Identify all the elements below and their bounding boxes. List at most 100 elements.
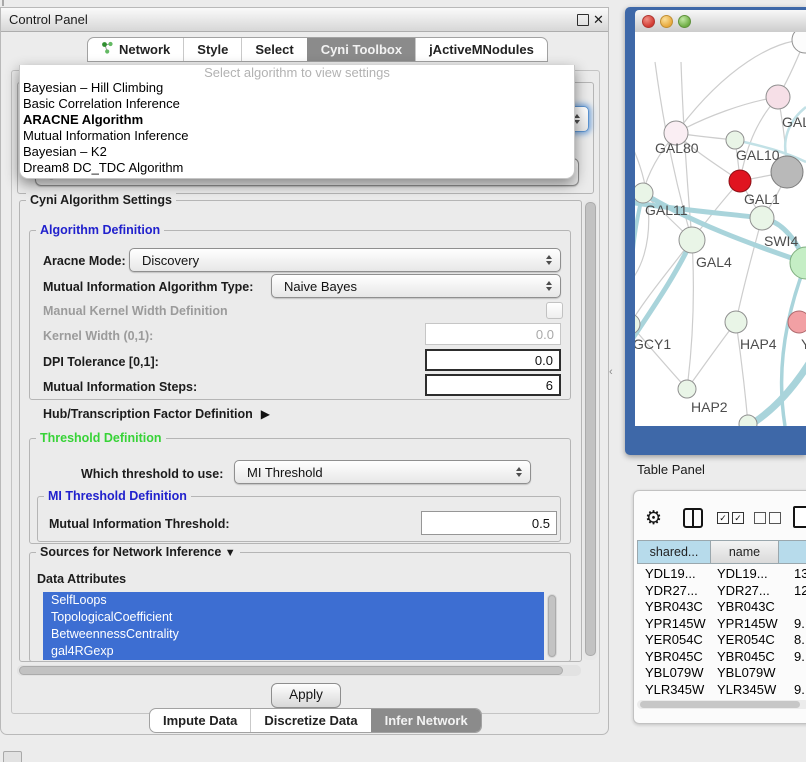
bottom-tabbar: Impute Data Discretize Data Infer Networ…: [149, 708, 482, 733]
float-icon[interactable]: [577, 14, 589, 26]
node-gal11[interactable]: [635, 183, 653, 203]
splitter-grip-icon[interactable]: ‹: [609, 366, 613, 378]
label-gal-partial: GAL: [782, 114, 806, 130]
attr-list-scrollbar[interactable]: [547, 594, 557, 658]
table-row[interactable]: YDL19... YDL19... 13: [637, 566, 806, 583]
label-gal4: GAL4: [696, 254, 732, 270]
column-header-partial[interactable]: [779, 540, 806, 564]
table-hscrollbar[interactable]: [637, 700, 806, 709]
table-row[interactable]: YBL079W YBL079W: [637, 665, 806, 682]
sources-group-title[interactable]: Sources for Network Inference ▼: [36, 545, 240, 561]
tab-cyni-toolbox[interactable]: Cyni Toolbox: [307, 38, 415, 61]
apply-button[interactable]: Apply: [271, 683, 341, 708]
panel-title: Control Panel: [9, 8, 88, 31]
unchecked-checkbox-icon[interactable]: [754, 512, 766, 524]
table-row[interactable]: YER054C YER054C 8.: [637, 632, 806, 649]
node-mid-green[interactable]: [750, 206, 774, 230]
zoom-traffic-light[interactable]: [678, 15, 691, 28]
kernel-width-field[interactable]: [425, 323, 561, 345]
group-title: Algorithm Definition: [36, 223, 164, 238]
which-threshold-combo[interactable]: MI Threshold: [234, 460, 531, 484]
node-gal-partial[interactable]: [766, 85, 790, 109]
expander-expanded-icon: ▼: [225, 547, 236, 559]
node-swi4[interactable]: [790, 247, 806, 279]
aracne-mode-combo[interactable]: Discovery: [129, 248, 561, 272]
network-canvas[interactable]: GAL GAL80 GAL10 GAL1 GAL11 SWI4 GAL4 GCY…: [635, 32, 806, 426]
node-hap2[interactable]: [678, 380, 696, 398]
attribute-item[interactable]: BetweennessCentrality: [43, 626, 544, 643]
checked-checkbox-icon[interactable]: ✓: [717, 512, 729, 524]
network-icon: [101, 41, 114, 58]
tab-jactivemnodules[interactable]: jActiveMNodules: [415, 38, 547, 61]
kernel-width-label: Kernel Width (0,1):: [43, 329, 153, 343]
node-gal4[interactable]: [679, 227, 705, 253]
close-traffic-light[interactable]: [642, 15, 655, 28]
table-hscrollbar-thumb[interactable]: [640, 701, 800, 708]
hscrollbar-thumb[interactable]: [19, 666, 563, 675]
mi-threshold-field[interactable]: [421, 511, 557, 535]
table-row[interactable]: YDR27... YDR27... 12: [637, 583, 806, 600]
hub-expander[interactable]: Hub/Transcription Factor Definition▶: [43, 407, 270, 421]
partial-grip-icon[interactable]: [3, 751, 22, 762]
label-gal11: GAL11: [645, 202, 688, 218]
attribute-item[interactable]: TopologicalCoefficient: [43, 609, 544, 626]
tab-infer-network[interactable]: Infer Network: [371, 709, 481, 732]
control-panel-titlebar: Control Panel ✕: [1, 8, 608, 32]
minimize-traffic-light[interactable]: [660, 15, 673, 28]
data-attributes-label: Data Attributes: [37, 572, 126, 586]
checked-checkbox-icon[interactable]: ✓: [732, 512, 744, 524]
popup-item-dream8[interactable]: Dream8 DC_TDC Algorithm: [20, 160, 574, 176]
document-icon[interactable]: [793, 506, 806, 528]
unchecked-checkbox-icon[interactable]: [769, 512, 781, 524]
network-window-titlebar: [635, 10, 806, 33]
tab-label: Impute Data: [163, 713, 237, 728]
vscrollbar-thumb[interactable]: [585, 202, 596, 656]
attribute-item[interactable]: gal4RGexp: [43, 643, 544, 660]
column-header-shared[interactable]: shared...: [637, 540, 711, 564]
tab-label: Discretize Data: [264, 713, 357, 728]
mi-steps-field[interactable]: [425, 374, 561, 396]
combo-arrows-icon: [546, 255, 552, 265]
data-attributes-list[interactable]: SelfLoopsTopologicalCoefficientBetweenne…: [43, 592, 544, 660]
node-bottom-partial[interactable]: [739, 415, 757, 426]
split-pane-icon[interactable]: [683, 508, 703, 528]
tab-impute-data[interactable]: Impute Data: [150, 709, 250, 732]
popup-item-basic-correlation[interactable]: Basic Correlation Inference: [20, 96, 574, 112]
manual-kernel-checkbox[interactable]: [546, 302, 563, 319]
tab-discretize-data[interactable]: Discretize Data: [250, 709, 370, 732]
settings-vscrollbar[interactable]: [583, 200, 597, 660]
mi-type-label: Mutual Information Algorithm Type:: [43, 280, 253, 294]
aracne-mode-value: Discovery: [142, 253, 199, 268]
tab-style[interactable]: Style: [183, 38, 241, 61]
tab-network[interactable]: Network: [88, 38, 183, 61]
popup-item-aracne[interactable]: ARACNE Algorithm: [20, 112, 574, 128]
node-hap4[interactable]: [725, 311, 747, 333]
network-graph: GAL GAL80 GAL10 GAL1 GAL11 SWI4 GAL4 GCY…: [635, 32, 806, 426]
table-row[interactable]: YBR045C YBR045C 9.: [637, 649, 806, 666]
gear-icon[interactable]: ⚙: [645, 509, 662, 528]
mi-type-combo[interactable]: Naive Bayes: [271, 274, 561, 298]
node-gal1[interactable]: [729, 170, 751, 192]
expander-collapsed-icon: ▶: [261, 407, 270, 421]
settings-hscrollbar[interactable]: [17, 665, 581, 676]
table-row[interactable]: YPR145W YPR145W 9.: [637, 616, 806, 633]
column-header-name[interactable]: name: [711, 540, 779, 564]
table-row[interactable]: YIL052C YIL052C 9: [637, 698, 806, 699]
table-row[interactable]: YBR043C YBR043C: [637, 599, 806, 616]
popup-item-bayesian-hill[interactable]: Bayesian – Hill Climbing: [20, 80, 574, 96]
popup-item-bayesian-k2[interactable]: Bayesian – K2: [20, 144, 574, 160]
node-unlabeled[interactable]: [792, 32, 806, 53]
table-body: YDL19... YDL19... 13 YDR27... YDR27... 1…: [637, 566, 806, 699]
attribute-item[interactable]: SelfLoops: [43, 592, 544, 609]
popup-item-mutual-information[interactable]: Mutual Information Inference: [20, 128, 574, 144]
node-salmon[interactable]: [788, 311, 806, 333]
control-panel-window: Control Panel ✕ Network Style Select Cyn…: [0, 7, 609, 735]
group-title: MI Threshold Definition: [44, 489, 191, 504]
table-row[interactable]: YLR345W YLR345W 9.: [637, 682, 806, 699]
window-edge-artifact: [2, 0, 4, 6]
attr-scrollbar-thumb[interactable]: [548, 595, 556, 657]
close-icon[interactable]: ✕: [593, 9, 604, 31]
dpi-tolerance-field[interactable]: [425, 349, 561, 371]
tab-select[interactable]: Select: [241, 38, 306, 61]
group-title: Threshold Definition: [36, 431, 166, 446]
